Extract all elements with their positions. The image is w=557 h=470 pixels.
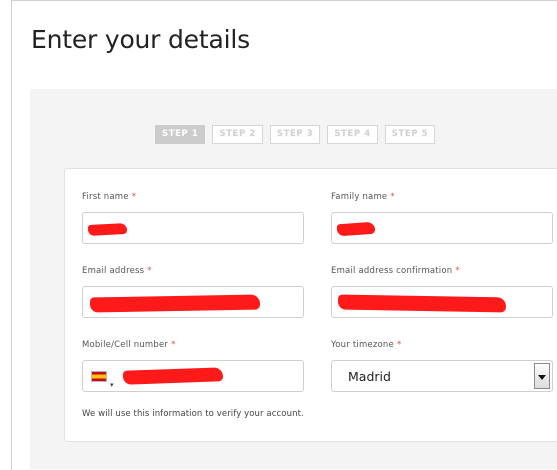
required-marker: * xyxy=(455,266,460,276)
first-name-label: First name * xyxy=(82,192,137,202)
timezone-value: Madrid xyxy=(348,369,391,384)
required-marker: * xyxy=(171,340,176,350)
family-name-input[interactable] xyxy=(331,212,553,244)
step-4: STEP 4 xyxy=(327,125,378,144)
mobile-input[interactable]: ▾ xyxy=(82,360,304,392)
step-2: STEP 2 xyxy=(212,125,263,144)
redacted-value xyxy=(336,221,376,237)
step-5: STEP 5 xyxy=(384,125,436,144)
family-name-label: Family name * xyxy=(331,192,395,202)
step-1: STEP 1 xyxy=(155,125,206,144)
mobile-label: Mobile/Cell number * xyxy=(82,340,176,350)
redacted-value xyxy=(337,294,507,313)
dropdown-arrow-icon[interactable] xyxy=(534,363,550,389)
redacted-value xyxy=(89,294,261,313)
step-indicator: STEP 1 STEP 2 STEP 3 STEP 4 STEP 5 xyxy=(155,125,436,144)
page-title: Enter your details xyxy=(31,25,250,54)
timezone-label: Your timezone * xyxy=(331,340,402,350)
email-input[interactable] xyxy=(82,286,304,318)
spain-flag-icon[interactable] xyxy=(91,371,107,382)
redacted-value xyxy=(122,367,224,385)
first-name-input[interactable] xyxy=(82,212,304,244)
required-marker: * xyxy=(396,340,402,350)
required-marker: * xyxy=(390,192,395,202)
required-marker: * xyxy=(147,266,152,276)
redacted-value xyxy=(87,222,128,237)
caret-down-icon[interactable]: ▾ xyxy=(110,370,114,391)
email-confirm-label: Email address confirmation * xyxy=(331,266,460,276)
email-label: Email address * xyxy=(82,266,152,276)
required-marker: * xyxy=(131,192,137,202)
step-3: STEP 3 xyxy=(269,125,321,144)
email-confirm-input[interactable] xyxy=(331,286,553,318)
verification-note: We will use this information to verify y… xyxy=(82,409,304,419)
timezone-select[interactable]: Madrid xyxy=(331,360,553,392)
